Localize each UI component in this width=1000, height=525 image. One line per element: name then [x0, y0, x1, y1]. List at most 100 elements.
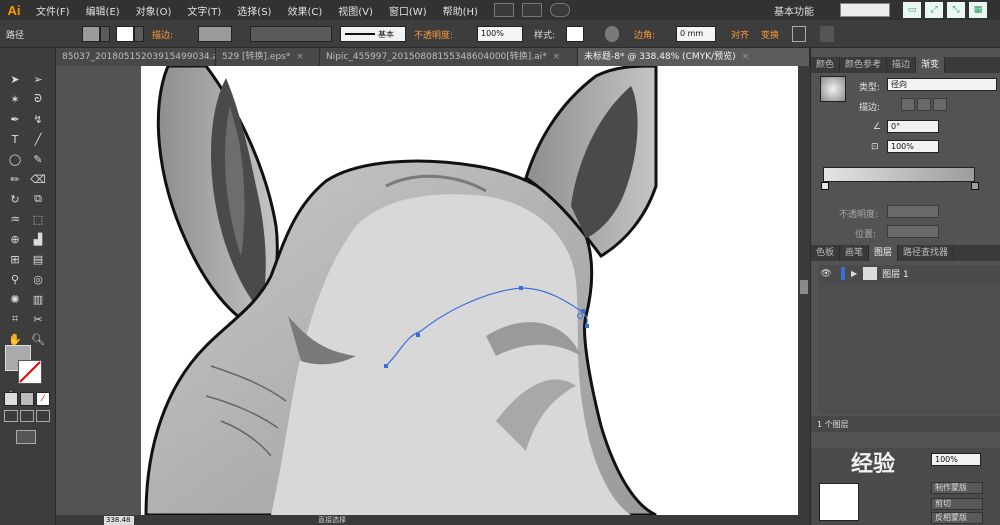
tab-swatches[interactable]: 色板 [811, 245, 841, 261]
tab-document-3[interactable]: Nipic_455997_20150808155348604000[转换].ai… [320, 48, 578, 66]
tab-gradient[interactable]: 渐变 [916, 57, 946, 73]
recolor-artwork-icon[interactable] [605, 26, 619, 42]
stroke-weight-field[interactable] [198, 26, 232, 42]
bridge-icon[interactable] [493, 3, 514, 17]
scrollbar-thumb[interactable] [800, 280, 808, 294]
stroke-gradient-option-1[interactable] [901, 98, 915, 111]
clip-checkbox[interactable]: 剪切 [931, 498, 983, 510]
menu-effect[interactable]: 效果(C) [279, 3, 330, 18]
gradient-angle-field[interactable]: 0° [887, 120, 939, 133]
status-tool-text[interactable]: 直接选择 [318, 515, 346, 525]
workspace-switcher[interactable]: 基本功能 [774, 3, 814, 18]
stroke-color-icon[interactable] [18, 360, 42, 384]
mesh-tool-icon[interactable]: ⊞ [5, 250, 25, 268]
align-link[interactable]: 对齐 [731, 28, 749, 44]
vertical-scrollbar[interactable] [798, 66, 810, 515]
column-graph-icon[interactable]: ▥ [28, 290, 48, 308]
corner-label[interactable]: 边角: [634, 28, 655, 44]
opacity-label[interactable]: 不透明度: [414, 28, 453, 44]
lasso-tool-icon[interactable]: ᘐ [28, 90, 48, 108]
invert-mask-checkbox[interactable]: 反相蒙版 [931, 512, 983, 524]
tab-layers[interactable]: 图层 [869, 245, 899, 261]
fill-swatch[interactable] [82, 26, 100, 42]
expand-triangle-icon[interactable]: ▶ [851, 269, 857, 278]
ellipse-tool-icon[interactable]: ◯ [5, 150, 25, 168]
type-tool-icon[interactable]: T [5, 130, 25, 148]
grid-icon[interactable]: ▦ [969, 2, 987, 18]
draw-normal-icon[interactable] [4, 410, 18, 422]
menu-window[interactable]: 窗口(W) [381, 3, 435, 18]
eraser-tool-icon[interactable]: ⌫ [28, 170, 48, 188]
stroke-dropdown[interactable] [134, 26, 144, 42]
gradient-position-field[interactable] [887, 225, 939, 238]
gradient-stop-left[interactable] [821, 182, 829, 190]
gpu-performance-icon[interactable] [549, 3, 570, 17]
perspective-grid-icon[interactable]: ▟ [28, 230, 48, 248]
transform-link[interactable]: 变换 [761, 28, 779, 44]
direct-selection-tool-icon[interactable]: ➢ [28, 70, 48, 88]
close-icon[interactable]: × [296, 48, 304, 66]
menu-help[interactable]: 帮助(H) [435, 3, 486, 18]
stroke-gradient-option-3[interactable] [933, 98, 947, 111]
gradient-type-select[interactable]: 径向 [887, 78, 997, 91]
stroke-gradient-option-2[interactable] [917, 98, 931, 111]
menu-object[interactable]: 对象(O) [128, 3, 180, 18]
draw-behind-icon[interactable] [20, 410, 34, 422]
menu-edit[interactable]: 编辑(E) [78, 3, 128, 18]
make-mask-button[interactable]: 制作蒙版 [931, 482, 983, 494]
gradient-preview-swatch[interactable] [820, 76, 846, 102]
symbol-sprayer-icon[interactable]: ✺ [5, 290, 25, 308]
tab-color[interactable]: 颜色 [811, 57, 841, 73]
free-transform-icon[interactable]: ⬚ [28, 210, 48, 228]
isolate-icon[interactable] [792, 26, 806, 42]
screen-mode-icon[interactable] [16, 430, 36, 444]
tab-color-guide[interactable]: 颜色参考 [840, 57, 888, 73]
tab-pathfinder[interactable]: 路径查找器 [898, 245, 955, 261]
minimize-icon[interactable]: ▭ [903, 2, 921, 18]
blend-tool-icon[interactable]: ◎ [28, 270, 48, 288]
zoom-field[interactable]: 338.48 [104, 516, 134, 525]
zoom-tool-icon[interactable]: 🔍︎ [28, 330, 48, 348]
scale-tool-icon[interactable]: ⧉ [28, 190, 48, 208]
none-mode-icon[interactable]: ⁄ [36, 392, 50, 406]
stroke-swatch[interactable] [116, 26, 134, 42]
menu-view[interactable]: 视图(V) [330, 3, 381, 18]
canvas-area[interactable] [56, 66, 798, 515]
search-input[interactable] [840, 3, 890, 17]
variable-width-profile[interactable] [250, 26, 332, 42]
tab-stroke[interactable]: 描边 [887, 57, 917, 73]
opacity-field[interactable]: 100% [477, 26, 523, 42]
panel-menu-icon[interactable] [820, 26, 834, 42]
slice-tool-icon[interactable]: ✂ [28, 310, 48, 328]
visibility-eye-icon[interactable]: 👁︎ [819, 269, 833, 279]
brush-definition[interactable]: 基本 [340, 26, 406, 42]
pencil-tool-icon[interactable]: ✏ [5, 170, 25, 188]
layer-name[interactable]: 图层 1 [882, 267, 909, 280]
paintbrush-tool-icon[interactable]: ✎ [28, 150, 48, 168]
tab-document-active[interactable]: 未标题-8* @ 338.48% (CMYK/预览) × [578, 48, 810, 66]
menu-file[interactable]: 文件(F) [28, 3, 78, 18]
tab-document-1[interactable]: 85037_20180515203915499034.ai*× [56, 48, 216, 66]
rhino-artwork[interactable] [56, 66, 798, 515]
stroke-label[interactable]: 描边: [152, 28, 173, 44]
curvature-tool-icon[interactable]: ↯ [28, 110, 48, 128]
gradient-tool-icon[interactable]: ▤ [28, 250, 48, 268]
gradient-slider[interactable] [823, 167, 975, 182]
gradient-opacity-field[interactable] [887, 205, 939, 218]
menu-type[interactable]: 文字(T) [179, 3, 229, 18]
restore-icon[interactable]: ⤢ [925, 2, 943, 18]
rotate-tool-icon[interactable]: ↻ [5, 190, 25, 208]
magic-wand-icon[interactable]: ✶ [5, 90, 25, 108]
fill-dropdown[interactable] [100, 26, 110, 42]
tab-brushes[interactable]: 画笔 [840, 245, 870, 261]
artboard-tool-icon[interactable]: ⌗ [5, 310, 25, 328]
line-tool-icon[interactable]: ╱ [28, 130, 48, 148]
eyedropper-icon[interactable]: ⚲ [5, 270, 25, 288]
gradient-aspect-field[interactable]: 100% [887, 140, 939, 153]
arrange-documents-icon[interactable] [521, 3, 542, 17]
color-mode-icon[interactable] [4, 392, 18, 406]
selection-tool-icon[interactable]: ➤ [5, 70, 25, 88]
expand-icon[interactable]: ⤡ [947, 2, 965, 18]
pen-tool-icon[interactable]: ✒ [5, 110, 25, 128]
close-icon[interactable]: × [553, 48, 561, 66]
